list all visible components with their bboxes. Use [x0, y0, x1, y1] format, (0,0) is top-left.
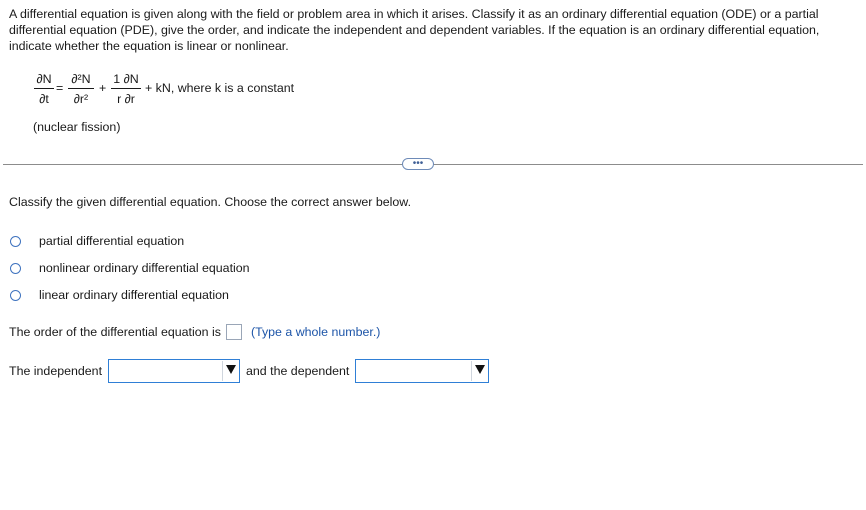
- option-label: nonlinear ordinary differential equation: [39, 261, 250, 275]
- term2-denominator: r ∂r: [117, 92, 135, 106]
- option-linear-ode[interactable]: linear ordinary differential equation: [10, 287, 229, 303]
- option-label: linear ordinary differential equation: [39, 288, 229, 302]
- plus-sign: +: [99, 81, 107, 95]
- radio-button[interactable]: [10, 262, 21, 274]
- differential-equation: ∂N ∂t = ∂²N ∂r² + 1 ∂N r ∂r + kN, where …: [34, 72, 434, 118]
- order-hint: (Type a whole number.): [250, 325, 381, 339]
- equals-sign: =: [56, 81, 64, 95]
- question-text: Classify the given differential equation…: [9, 195, 412, 209]
- radio-button[interactable]: [10, 235, 21, 247]
- radio-button[interactable]: [10, 289, 21, 301]
- lhs-denominator: ∂t: [39, 92, 49, 106]
- order-row: The order of the differential equation i…: [9, 324, 380, 340]
- dependent-label: and the dependent: [246, 364, 350, 378]
- dropdown-arrow-icon: [226, 365, 237, 374]
- lhs-fraction: ∂N ∂t: [34, 72, 54, 106]
- dropdown-arrow-icon: [475, 365, 486, 374]
- variables-row: The independent and the dependent: [9, 359, 490, 383]
- option-label: partial differential equation: [39, 234, 185, 248]
- option-nonlinear-ode[interactable]: nonlinear ordinary differential equation: [10, 260, 250, 276]
- independent-variable-select[interactable]: [108, 359, 241, 383]
- independent-label: The independent: [9, 364, 103, 378]
- first-derivative-term: 1 ∂N r ∂r: [111, 72, 141, 106]
- dependent-variable-select[interactable]: [355, 359, 490, 383]
- term2-numerator: 1 ∂N: [113, 72, 139, 86]
- lhs-numerator: ∂N: [36, 72, 52, 86]
- order-label: The order of the differential equation i…: [9, 325, 221, 339]
- term1-denominator: ∂r²: [73, 92, 89, 106]
- order-input[interactable]: [225, 324, 242, 340]
- problem-statement: A differential equation is given along w…: [9, 7, 820, 53]
- expand-more-button[interactable]: •••: [402, 158, 434, 170]
- field-label: (nuclear fission): [33, 120, 121, 134]
- option-pde[interactable]: partial differential equation: [10, 233, 184, 249]
- second-derivative-term: ∂²N ∂r²: [68, 72, 94, 106]
- term1-numerator: ∂²N: [71, 72, 91, 86]
- equation-tail: + kN, where k is a constant: [145, 81, 295, 95]
